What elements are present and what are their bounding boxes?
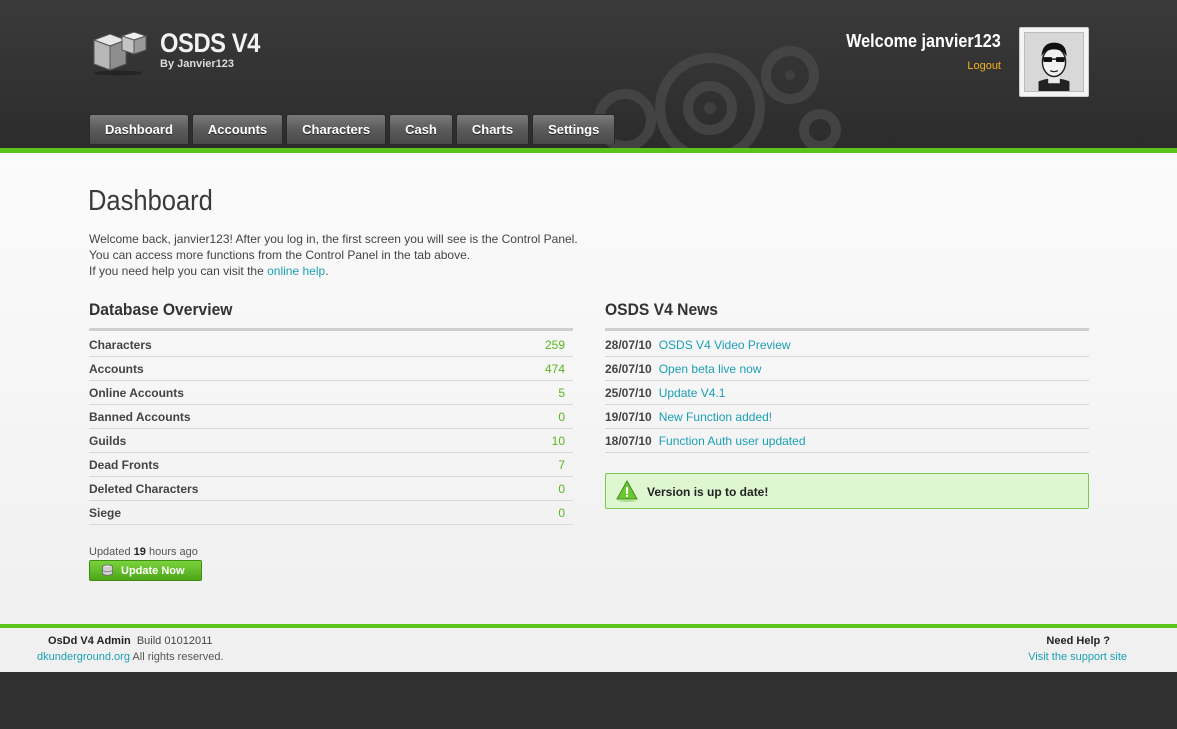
stat-value: 5 bbox=[558, 385, 565, 400]
stat-label: Dead Fronts bbox=[89, 457, 160, 472]
stat-label: Deleted Characters bbox=[89, 481, 199, 496]
app-title: OSDS V4 bbox=[160, 28, 260, 58]
stat-value: 0 bbox=[558, 409, 565, 424]
support-site-link[interactable]: Visit the support site bbox=[1028, 651, 1127, 663]
tab-cash[interactable]: Cash bbox=[389, 114, 453, 144]
logout-link[interactable]: Logout bbox=[967, 60, 1001, 72]
list-item: Siege 0 bbox=[89, 501, 573, 525]
news-heading: OSDS V4 News bbox=[605, 300, 719, 319]
user-avatar-icon bbox=[1024, 32, 1084, 92]
list-item: 18/07/10 Function Auth user updated bbox=[605, 429, 1089, 453]
stat-value: 7 bbox=[558, 457, 565, 472]
footer-copyright: dkunderground.org All rights reserved. bbox=[37, 651, 224, 663]
list-item: Characters 259 bbox=[89, 333, 573, 357]
online-help-link[interactable]: online help bbox=[267, 264, 325, 278]
stat-value: 0 bbox=[558, 505, 565, 520]
tab-accounts[interactable]: Accounts bbox=[191, 114, 284, 144]
stat-label: Guilds bbox=[89, 433, 127, 448]
stat-value: 10 bbox=[551, 433, 565, 448]
version-status-box: Version is up to date! bbox=[605, 473, 1089, 509]
intro-line-2: You can access more functions from the C… bbox=[89, 248, 471, 262]
list-item: Banned Accounts 0 bbox=[89, 405, 573, 429]
app-subtitle: By Janvier123 bbox=[160, 58, 234, 70]
welcome-text: Welcome janvier123 bbox=[846, 31, 1001, 51]
stat-value: 0 bbox=[558, 481, 565, 496]
tab-dashboard[interactable]: Dashboard bbox=[89, 114, 189, 144]
stat-label: Online Accounts bbox=[89, 385, 184, 400]
avatar[interactable] bbox=[1019, 27, 1089, 97]
stat-value: 259 bbox=[544, 337, 565, 352]
list-item: 28/07/10 OSDS V4 Video Preview bbox=[605, 333, 1089, 357]
header: OSDS V4 By Janvier123 Welcome janvier123… bbox=[0, 0, 1177, 148]
updated-prefix: Updated bbox=[89, 546, 134, 558]
intro-line-1: Welcome back, janvier123! After you log … bbox=[89, 232, 578, 246]
update-now-label: Update Now bbox=[121, 564, 185, 577]
updated-text: Updated 19 hours ago bbox=[89, 546, 198, 558]
bottom-bar bbox=[0, 672, 1177, 729]
database-icon bbox=[102, 564, 113, 576]
page-title: Dashboard bbox=[88, 185, 213, 217]
news-date: 25/07/10 bbox=[605, 385, 652, 400]
stat-label: Banned Accounts bbox=[89, 409, 191, 424]
stat-label: Siege bbox=[89, 505, 122, 520]
footer-rights: All rights reserved. bbox=[132, 651, 224, 663]
gears-decoration bbox=[594, 46, 841, 148]
main-content: Dashboard Welcome back, janvier123! Afte… bbox=[0, 153, 1177, 624]
list-item: Deleted Characters 0 bbox=[89, 477, 573, 501]
news-date: 28/07/10 bbox=[605, 337, 652, 352]
stat-label: Characters bbox=[89, 337, 152, 352]
logo-cube-icon bbox=[92, 31, 148, 76]
tab-charts[interactable]: Charts bbox=[455, 114, 530, 144]
footer-app-info: OsDd V4 Admin Build 01012011 bbox=[48, 635, 213, 647]
news-link[interactable]: Function Auth user updated bbox=[659, 434, 806, 448]
list-item: Guilds 10 bbox=[89, 429, 573, 453]
footer-app-name: OsDd V4 Admin bbox=[48, 635, 131, 647]
stat-label: Accounts bbox=[89, 361, 144, 376]
stat-value: 474 bbox=[544, 361, 565, 376]
list-item: Online Accounts 5 bbox=[89, 381, 573, 405]
news-link[interactable]: Update V4.1 bbox=[659, 386, 726, 400]
news-rule bbox=[605, 328, 1089, 331]
news-link[interactable]: OSDS V4 Video Preview bbox=[659, 338, 791, 352]
main-nav: Dashboard Accounts Characters Cash Chart… bbox=[89, 114, 616, 144]
news-list: 28/07/10 OSDS V4 Video Preview 26/07/10 Op… bbox=[605, 333, 1089, 453]
intro-line-3-suffix: . bbox=[325, 264, 329, 278]
warning-icon bbox=[616, 480, 638, 502]
tab-characters[interactable]: Characters bbox=[286, 114, 387, 144]
news-link[interactable]: Open beta live now bbox=[659, 362, 762, 376]
list-item: 19/07/10 New Function added! bbox=[605, 405, 1089, 429]
list-item: Dead Fronts 7 bbox=[89, 453, 573, 477]
news-date: 18/07/10 bbox=[605, 433, 652, 448]
updated-hours: 19 bbox=[133, 546, 146, 558]
footer-site-link[interactable]: dkunderground.org bbox=[37, 651, 130, 663]
tab-settings[interactable]: Settings bbox=[532, 114, 616, 144]
list-item: Accounts 474 bbox=[89, 357, 573, 381]
updated-suffix: hours ago bbox=[145, 546, 198, 558]
list-item: 25/07/10 Update V4.1 bbox=[605, 381, 1089, 405]
news-link[interactable]: New Function added! bbox=[659, 410, 772, 424]
intro-line-3: If you need help you can visit the onlin… bbox=[89, 263, 578, 279]
overview-list: Characters 259 Accounts 474 Online Account… bbox=[89, 333, 573, 525]
footer: OsDd V4 Admin Build 01012011 dkundergrou… bbox=[0, 628, 1177, 672]
list-item: 26/07/10 Open beta live now bbox=[605, 357, 1089, 381]
overview-heading: Database Overview bbox=[89, 300, 233, 319]
intro-text: Welcome back, janvier123! After you log … bbox=[89, 231, 578, 279]
overview-rule bbox=[89, 328, 573, 331]
news-date: 19/07/10 bbox=[605, 409, 652, 424]
version-status-text: Version is up to date! bbox=[647, 485, 769, 499]
footer-help: Visit the support site bbox=[1028, 651, 1127, 663]
footer-build: Build 01012011 bbox=[136, 635, 213, 647]
update-now-button[interactable]: Update Now bbox=[89, 560, 202, 581]
intro-line-3-prefix: If you need help you can visit the bbox=[89, 264, 268, 278]
footer-help-title: Need Help ? bbox=[1046, 635, 1110, 647]
news-date: 26/07/10 bbox=[605, 361, 652, 376]
